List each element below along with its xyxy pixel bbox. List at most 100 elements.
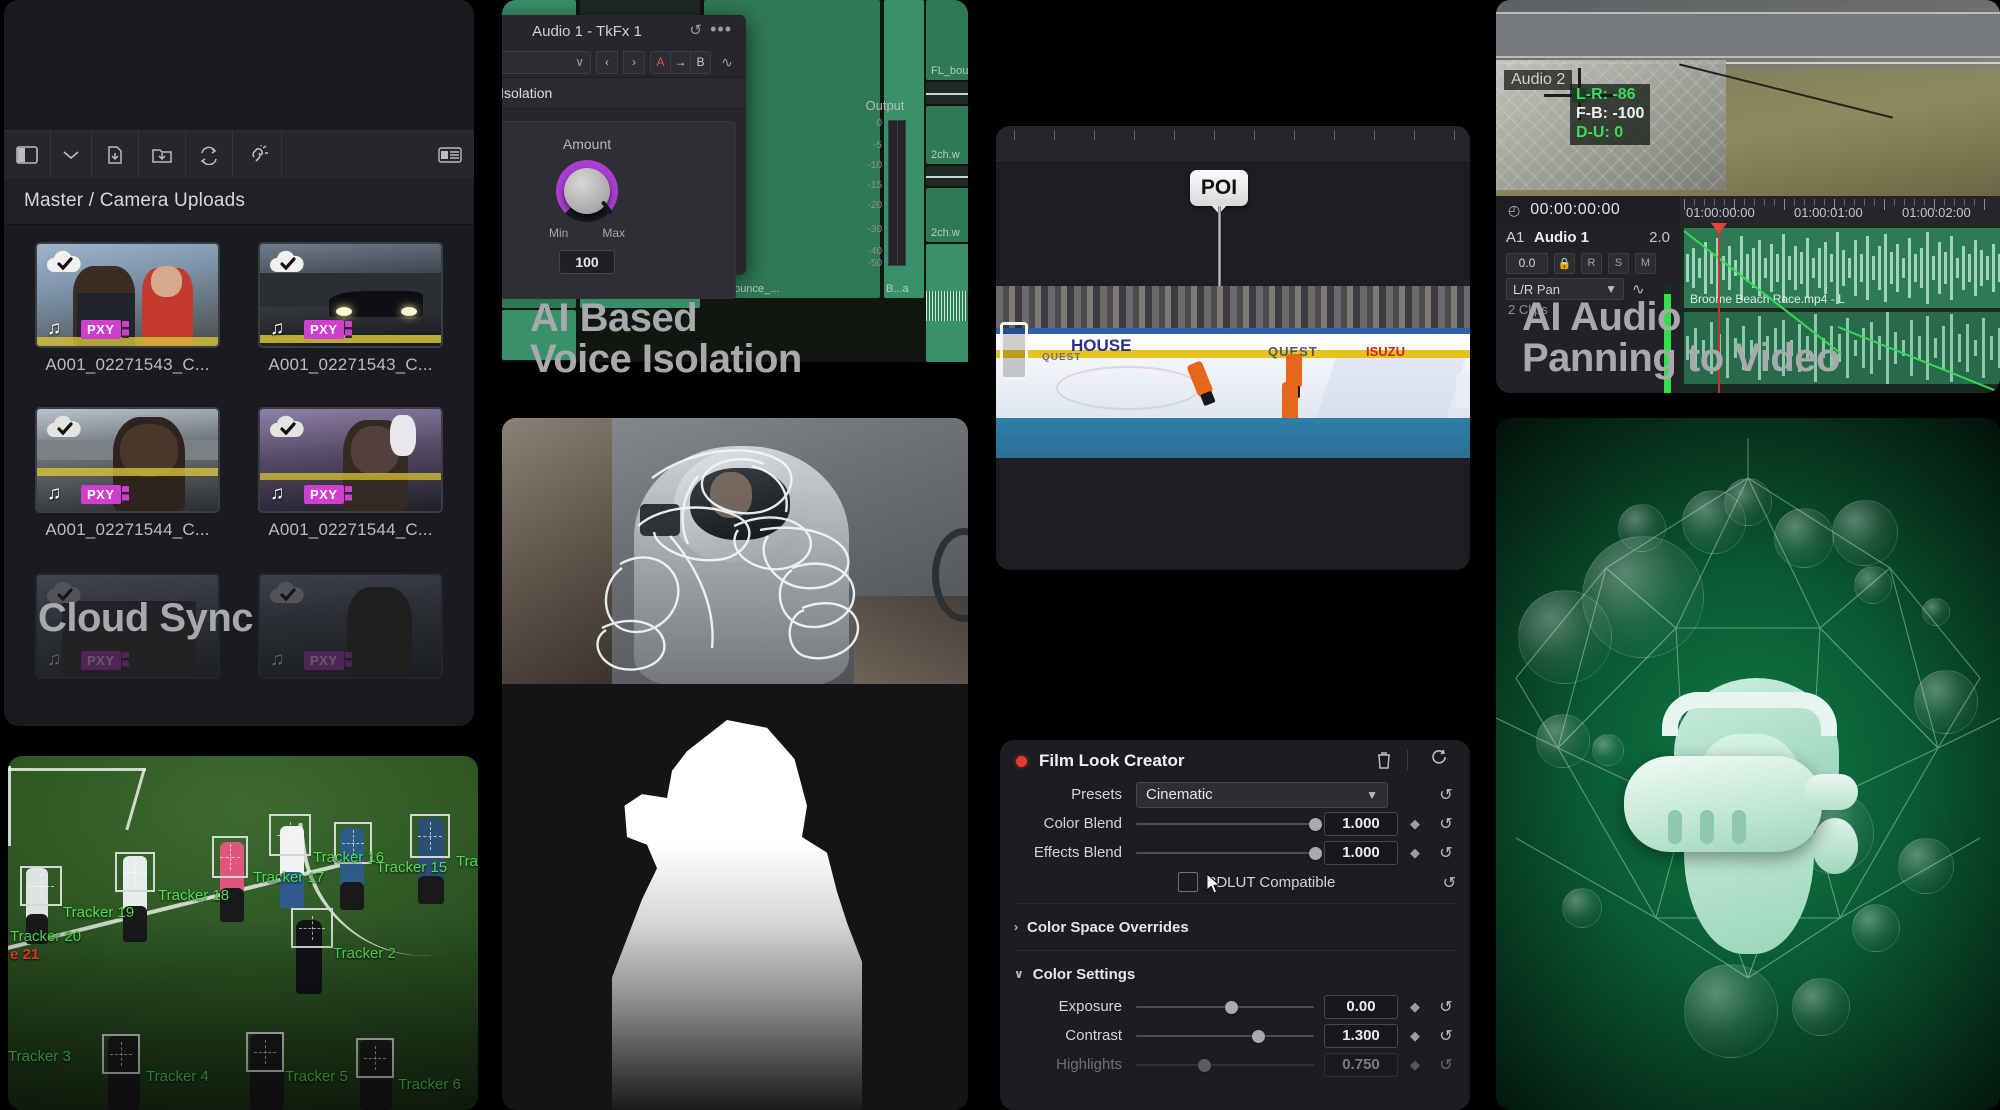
- keyframe-diamond-icon[interactable]: ◆: [1398, 1028, 1432, 1044]
- ai-audio-panning-panel: Audio 2 L-R: -86 F-B: -100 D-U: 0 ◴ 00:0…: [1496, 0, 2000, 393]
- soccer-pitch-image: Tracker 20 Tracker 19 Tracker 18 Tracker…: [8, 756, 478, 1110]
- effects-blend-value[interactable]: 1.000: [1324, 840, 1398, 865]
- exposure-reset-icon[interactable]: ↺: [1432, 997, 1460, 1017]
- keyframe-diamond-icon[interactable]: ◆: [1398, 999, 1432, 1015]
- amount-knob[interactable]: [556, 160, 618, 222]
- effects-blend-label: Effects Blend: [1033, 844, 1122, 861]
- pan-fb-value: F-B: -100: [1576, 104, 1645, 122]
- color-blend-reset-icon[interactable]: ↺: [1432, 814, 1460, 834]
- media-thumbnail[interactable]: ♫ PXY: [258, 572, 443, 679]
- effect-enable-row[interactable]: Voice Isolation: [502, 77, 746, 109]
- pan-video-frame: Audio 2 L-R: -86 F-B: -100 D-U: 0: [1496, 0, 2000, 196]
- contrast-value[interactable]: 1.300: [1324, 1023, 1398, 1048]
- chevron-down-icon[interactable]: [51, 131, 92, 179]
- presets-reset-icon[interactable]: ↺: [1432, 785, 1460, 805]
- effects-blend-slider[interactable]: [1136, 843, 1322, 863]
- hockey-video-frame: HOUSE QUEST QUEST ISUZU: [996, 286, 1470, 418]
- solo-button[interactable]: S: [1608, 252, 1629, 274]
- effects-blend-reset-icon[interactable]: ↺: [1432, 843, 1460, 863]
- ab-copy-button[interactable]: →: [671, 51, 691, 73]
- highlights-reset-icon[interactable]: ↺: [1432, 1055, 1460, 1075]
- media-thumb-name: A001_02271544_C...: [268, 520, 433, 540]
- timecode-value[interactable]: 00:00:00:00: [1530, 201, 1620, 219]
- ab-b-button[interactable]: B: [691, 51, 710, 73]
- vr-side-strap: [1804, 774, 1858, 810]
- chevron-down-icon: ∨: [1014, 967, 1024, 981]
- sync-icon[interactable]: [186, 131, 233, 179]
- media-thumbnail[interactable]: ♫ PXY: [35, 242, 220, 348]
- color-settings-section[interactable]: ∨ Color Settings: [1000, 959, 1470, 989]
- media-thumbnail[interactable]: ♫ PXY: [258, 407, 443, 514]
- media-thumb-name: A001_02271543_C...: [45, 355, 210, 374]
- rink-advert: QUEST: [1042, 352, 1082, 363]
- track-name[interactable]: Audio 1: [1534, 229, 1649, 246]
- amount-value-field[interactable]: 100: [559, 250, 615, 274]
- chevron-down-icon: ▼: [1366, 787, 1378, 802]
- voice-isolation-caption: AI Based Voice Isolation: [530, 296, 802, 381]
- mute-button[interactable]: M: [1635, 252, 1656, 274]
- vr-ear: [1812, 818, 1858, 874]
- 3dlut-reset-icon[interactable]: ↺: [1443, 873, 1456, 893]
- poi-timeline-ruler[interactable]: [996, 126, 1470, 163]
- ab-compare-group[interactable]: A → B: [650, 50, 711, 74]
- color-space-overrides-section[interactable]: › Color Space Overrides: [1000, 912, 1470, 942]
- bubble: [1536, 714, 1590, 768]
- 3dlut-row: 3DLUT Compatible ↺: [1000, 869, 1470, 895]
- exposure-slider[interactable]: [1136, 997, 1314, 1017]
- contrast-slider[interactable]: [1136, 1026, 1314, 1046]
- lock-icon[interactable]: 🔒: [1554, 252, 1575, 274]
- ai-audio-panning-caption: AI Audio Panning to Video: [1522, 295, 1840, 380]
- record-arm-button[interactable]: R: [1581, 252, 1602, 274]
- media-pool-grid: ♫ PXY A001_02271543_C... ♫ PXY A001_0227…: [4, 224, 474, 726]
- keyframe-diamond-icon[interactable]: ◆: [1398, 845, 1432, 861]
- list-view-icon[interactable]: [426, 131, 474, 179]
- keyframe-curve-icon[interactable]: ∿: [716, 54, 738, 71]
- highlights-value[interactable]: 0.750: [1324, 1052, 1398, 1077]
- poi-marker-flag[interactable]: POI: [1190, 170, 1248, 214]
- color-blend-value[interactable]: 1.000: [1324, 811, 1398, 836]
- media-thumb-item[interactable]: ♫ PXY: [249, 572, 452, 708]
- track-level-field[interactable]: 0.0: [1506, 252, 1548, 274]
- prev-preset-button[interactable]: ‹: [596, 50, 618, 74]
- sidebar-toggle-icon[interactable]: [4, 131, 51, 179]
- keyframe-diamond-icon[interactable]: ◆: [1398, 816, 1432, 832]
- bubble: [1582, 536, 1704, 658]
- 3dlut-checkbox[interactable]: [1178, 872, 1198, 892]
- color-blend-slider[interactable]: [1136, 814, 1322, 834]
- media-thumb-item[interactable]: ♫ PXY A001_02271543_C...: [26, 242, 229, 397]
- reset-icon[interactable]: ↺: [689, 21, 702, 39]
- media-thumbnail[interactable]: ♫ PXY: [258, 242, 443, 348]
- presets-select[interactable]: Cinematic ▼: [1136, 781, 1388, 808]
- unlink-icon[interactable]: [233, 131, 282, 179]
- chevron-right-icon: ›: [1014, 920, 1018, 934]
- media-thumbnail[interactable]: ♫ PXY: [35, 407, 220, 514]
- audio-note-icon: ♫: [270, 483, 285, 505]
- exposure-value[interactable]: 0.00: [1324, 994, 1398, 1019]
- next-preset-button[interactable]: ›: [623, 50, 645, 74]
- flc-enable-toggle[interactable]: [1016, 755, 1027, 767]
- contrast-reset-icon[interactable]: ↺: [1432, 1026, 1460, 1046]
- highlights-slider[interactable]: [1136, 1055, 1314, 1075]
- effect-window-title: Audio 1 - TkFx 1: [532, 22, 642, 40]
- ab-a-button[interactable]: A: [651, 51, 671, 73]
- options-menu-icon[interactable]: •••: [710, 19, 732, 40]
- media-thumb-item[interactable]: ♫ PXY: [26, 572, 229, 708]
- tracker-label: Tracker 17: [253, 869, 325, 886]
- keyframe-diamond-icon[interactable]: ◆: [1398, 1057, 1432, 1073]
- media-thumb-item[interactable]: ♫ PXY A001_02271544_C...: [26, 407, 229, 562]
- meter-tick: -50: [867, 258, 882, 269]
- media-thumb-item[interactable]: ♫ PXY A001_02271544_C...: [249, 407, 452, 562]
- meter-tick: -10: [867, 160, 882, 171]
- playhead-handle[interactable]: [1711, 223, 1727, 234]
- timeline-ruler[interactable]: 01:00:00:00 01:00:01:00 01:00:02:00: [1680, 196, 2000, 224]
- import-folder-icon[interactable]: [139, 131, 186, 179]
- media-thumb-item[interactable]: ♫ PXY A001_02271543_C...: [249, 242, 452, 397]
- reset-icon[interactable]: [1431, 749, 1448, 771]
- preset-dropdown[interactable]: ∨: [502, 50, 591, 74]
- bubble: [1774, 508, 1834, 568]
- cloud-synced-icon: [267, 581, 307, 607]
- delete-icon[interactable]: [1376, 751, 1392, 774]
- track-info-row: A1 Audio 1 2.0: [1496, 224, 1680, 250]
- import-file-icon[interactable]: [92, 131, 139, 179]
- timeline-scrollbar[interactable]: [996, 418, 1470, 458]
